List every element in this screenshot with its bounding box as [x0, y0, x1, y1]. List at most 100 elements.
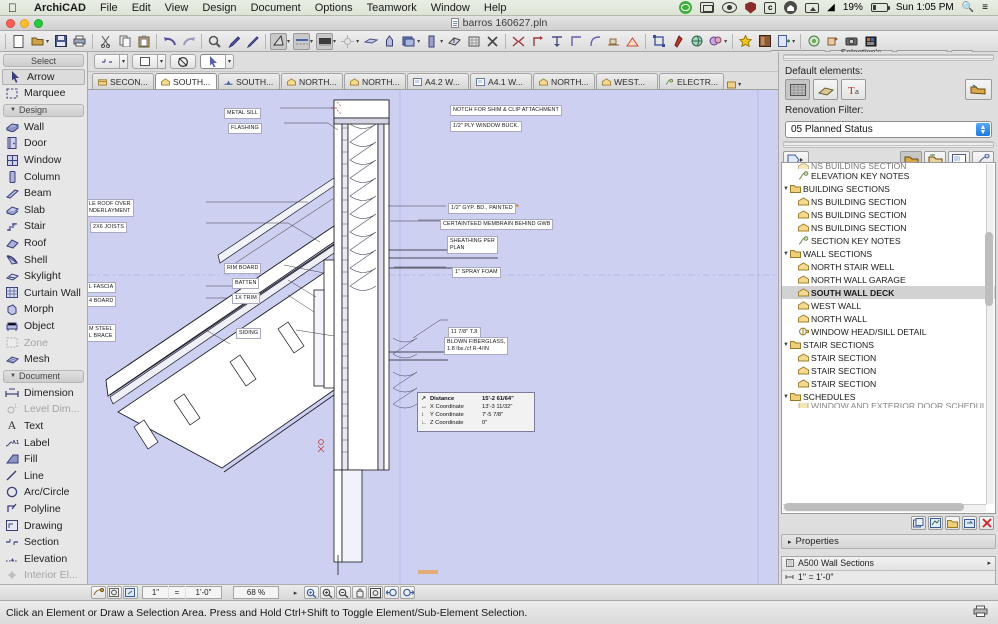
new-icon[interactable] [10, 33, 27, 50]
tree-item-ns-building-section-3[interactable]: NS BUILDING SECTION [782, 221, 995, 234]
open-icon[interactable] [29, 33, 46, 50]
eyedropper-icon[interactable] [225, 33, 242, 50]
layers-icon[interactable] [400, 33, 417, 50]
redo-icon[interactable] [180, 33, 197, 50]
fillet-icon[interactable] [586, 33, 603, 50]
tree-item-elevation-key-notes[interactable]: ELEVATION KEY NOTES [782, 169, 995, 182]
menu-teamwork[interactable]: Teamwork [360, 0, 424, 16]
3d-view-icon[interactable] [446, 33, 463, 50]
fill-defaults-icon[interactable] [785, 79, 810, 100]
label-defaults-icon[interactable]: Ta [841, 79, 866, 100]
render-chevron-down-icon[interactable]: ▾ [724, 38, 727, 45]
tool-section[interactable]: Section [0, 534, 87, 551]
tool-beam[interactable]: Beam [0, 185, 87, 202]
close-window-button[interactable] [6, 19, 15, 28]
grid-icon[interactable] [465, 33, 482, 50]
fill-settings-icon[interactable] [316, 33, 333, 50]
tree-vertical-thumb[interactable] [985, 232, 993, 306]
scale-row[interactable]: 1" = 1'-0" [782, 571, 995, 585]
paste-icon[interactable] [135, 33, 152, 50]
new-view-icon[interactable] [911, 516, 926, 530]
search-icon[interactable]: 🔍 [962, 2, 974, 13]
chevron-updown-icon[interactable]: ▲▼ [976, 123, 990, 136]
notifications-icon[interactable]: ≡ [982, 2, 988, 13]
tree-folder-building-sections[interactable]: ▼ BUILDING SECTIONS [782, 182, 995, 195]
pen-icon[interactable] [381, 33, 398, 50]
tool-morph[interactable]: Morph [0, 301, 87, 318]
apple-logo-icon[interactable]:  [8, 2, 17, 14]
tab-north-section-3[interactable]: NORTH... [533, 73, 595, 89]
menu-archicad[interactable]: ArchiCAD [27, 0, 93, 16]
tool-window[interactable]: Window [0, 152, 87, 169]
dim-settings-icon[interactable] [270, 33, 287, 50]
tool-marquee[interactable]: Marquee [0, 85, 87, 102]
tool-shell[interactable]: Shell [0, 251, 87, 268]
tree-item-ns-building-section-2[interactable]: NS BUILDING SECTION [782, 208, 995, 221]
next-zoom-icon[interactable] [400, 586, 415, 599]
tree-horizontal-thumb[interactable] [784, 503, 964, 511]
tree-item-west-wall[interactable]: WEST WALL [782, 299, 995, 312]
arrow-tool-button[interactable] [200, 54, 226, 69]
zoom-fit-icon[interactable] [123, 586, 138, 599]
chevron-down-icon-3[interactable]: ▾ [225, 54, 234, 69]
tree-item-stair-section-3[interactable]: STAIR SECTION [782, 377, 995, 390]
tab-overflow-chevron-down-icon[interactable]: ▾ [738, 81, 741, 88]
tree-item-section-key-notes[interactable]: SECTION KEY NOTES [782, 234, 995, 247]
tree-twisty[interactable]: ▼ [782, 251, 790, 257]
menu-options[interactable]: Options [308, 0, 360, 16]
view-name-row[interactable]: A500 Wall Sections ▸ [782, 557, 995, 571]
line-settings-icon[interactable] [293, 33, 310, 50]
tree-item-north-wall-garage[interactable]: NORTH WALL GARAGE [782, 273, 995, 286]
window-view-button[interactable] [132, 54, 158, 69]
fill-chevron-down-icon[interactable]: ▾ [333, 38, 336, 45]
drag-icon[interactable] [605, 33, 622, 50]
dim-chevron-down-icon[interactable]: ▾ [287, 38, 290, 45]
offset-icon[interactable] [567, 33, 584, 50]
copy-icon[interactable] [116, 33, 133, 50]
zoom-range-icon[interactable] [304, 586, 319, 599]
tool-line[interactable]: Line [0, 467, 87, 484]
split-icon[interactable] [548, 33, 565, 50]
roof-defaults-icon[interactable] [813, 79, 838, 100]
menu-view[interactable]: View [158, 0, 196, 16]
tab-electrical[interactable]: ELECTR... [659, 73, 724, 89]
tool-interior-elevation[interactable]: Interior El... [0, 567, 87, 584]
light-chevron-down-icon[interactable]: ▾ [356, 38, 359, 45]
tree-item-window-head-sill-detail[interactable]: WINDOW HEAD/SILL DETAIL [782, 325, 995, 338]
drawing-canvas[interactable]: NOTCH FOR SHIM & CLIP ATTACHMENT 1/2" PL… [88, 90, 778, 584]
tab-a42-layout[interactable]: A4.2 W... [407, 73, 469, 89]
tree-twisty[interactable]: ▼ [782, 394, 790, 400]
tree-folder-schedules[interactable]: ▼ SCHEDULES [782, 390, 995, 403]
airplay-icon[interactable] [805, 3, 819, 13]
close-view-icon[interactable] [484, 33, 501, 50]
tree-item-stair-section-2[interactable]: STAIR SECTION [782, 364, 995, 377]
tool-mesh[interactable]: Mesh [0, 351, 87, 368]
cut-icon[interactable] [97, 33, 114, 50]
delete-icon[interactable] [979, 516, 994, 530]
tree-horizontal-scrollbar[interactable] [783, 504, 986, 512]
tool-slab[interactable]: Slab [0, 202, 87, 219]
chevron-down-icon-1[interactable]: ▾ [119, 54, 128, 69]
fit-window-icon[interactable] [368, 586, 383, 599]
tab-a41-layout[interactable]: A4.1 W... [470, 73, 532, 89]
panel-grip[interactable] [783, 54, 994, 61]
eye-icon[interactable] [722, 2, 737, 13]
column-icon[interactable] [423, 33, 440, 50]
undo-icon[interactable] [161, 33, 178, 50]
open-view-icon[interactable] [962, 516, 977, 530]
settings-view-icon[interactable] [928, 516, 943, 530]
tool-column[interactable]: Column [0, 168, 87, 185]
tool-zone[interactable]: Zone [0, 334, 87, 351]
tool-door[interactable]: Door [0, 135, 87, 152]
printer-icon[interactable] [973, 605, 988, 620]
wifi-icon[interactable]: ◢ [827, 2, 835, 13]
tab-north-section-1[interactable]: NORTH... [281, 73, 343, 89]
trim-icon[interactable] [510, 33, 527, 50]
tree-item-north-wall[interactable]: NORTH WALL [782, 312, 995, 325]
screenshot-icon[interactable] [700, 2, 714, 13]
tool-fill[interactable]: Fill [0, 451, 87, 468]
tool-roof[interactable]: Roof [0, 235, 87, 252]
tool-drawing[interactable]: Drawing [0, 517, 87, 534]
section-marker-tool-button[interactable] [94, 54, 120, 69]
tree-vertical-scrollbar[interactable] [986, 164, 994, 504]
